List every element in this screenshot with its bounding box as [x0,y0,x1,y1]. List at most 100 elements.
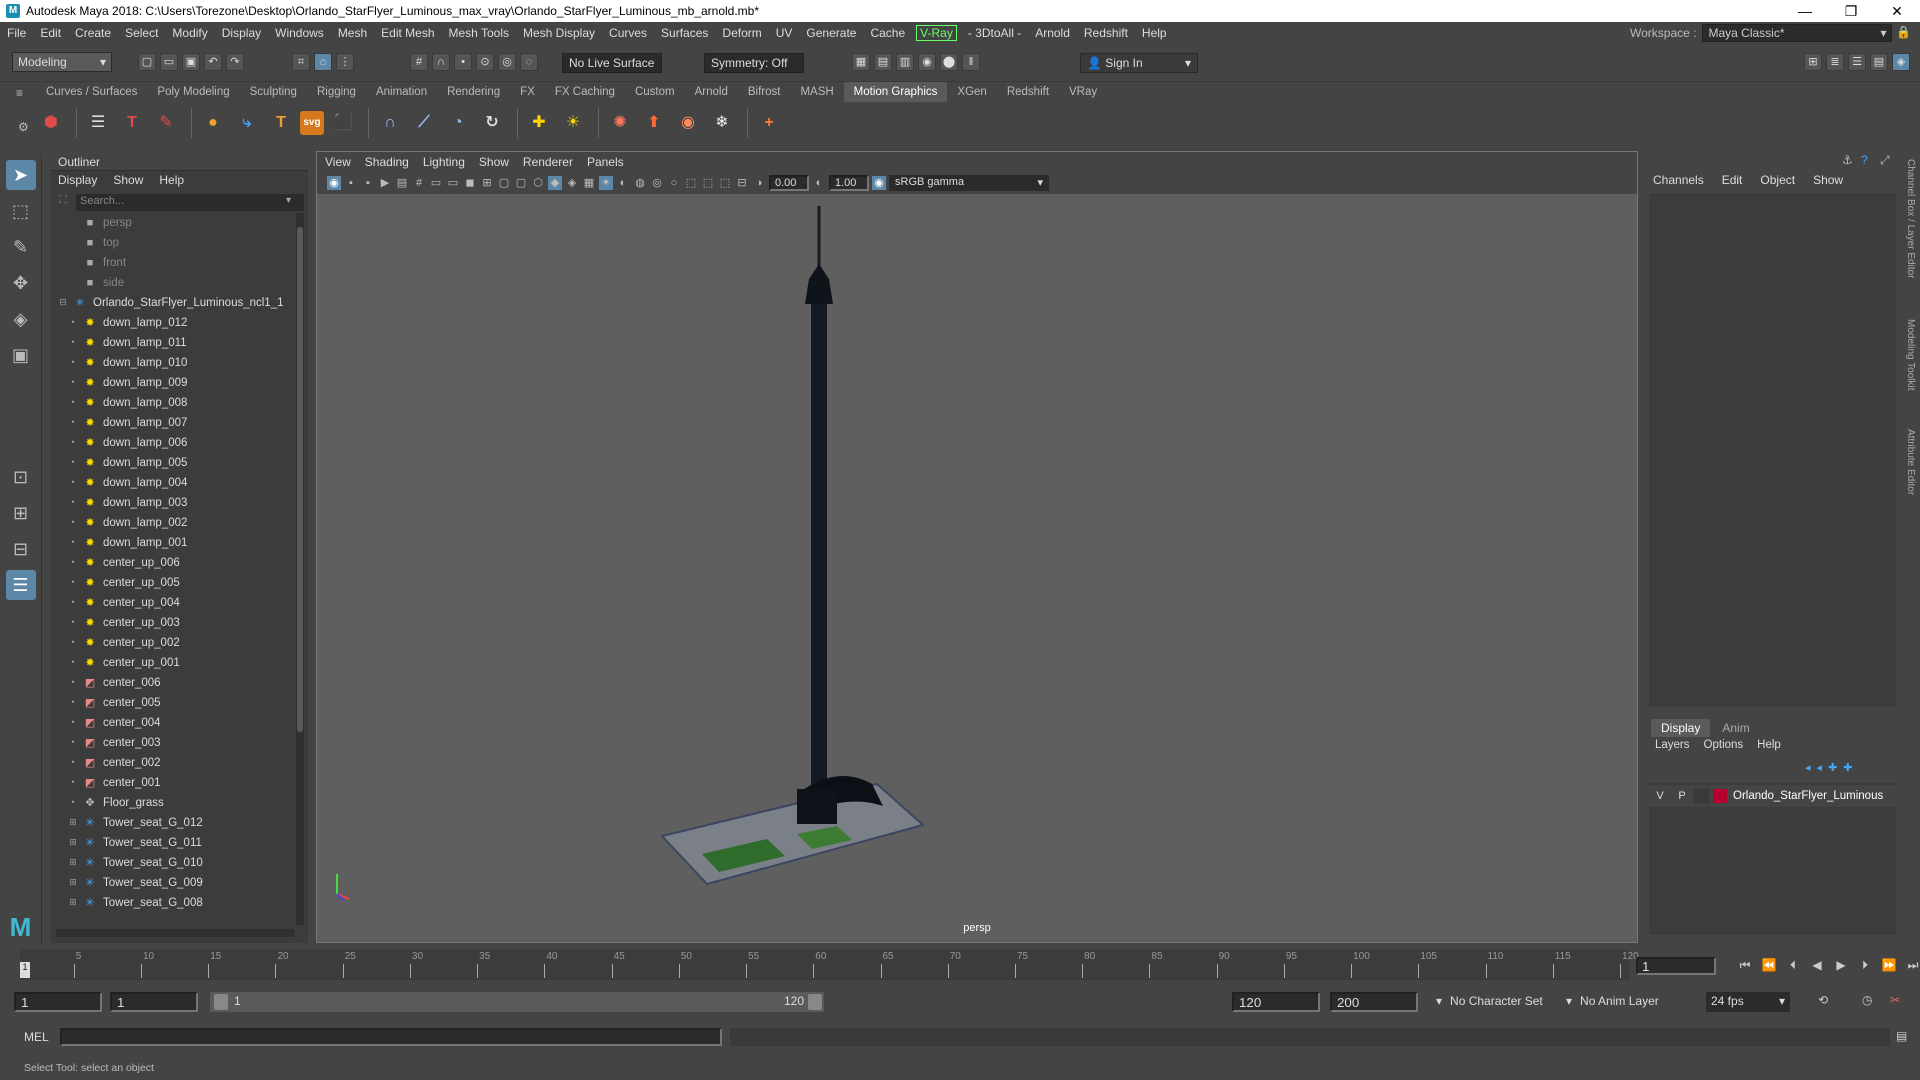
lasso-tool-icon[interactable]: ⬚ [6,196,36,226]
shelf-tab-poly-modeling[interactable]: Poly Modeling [147,82,239,102]
motion-blur-icon[interactable]: ⬚ [684,176,698,190]
ipr-render-icon[interactable]: ▥ [896,53,914,71]
save-scene-icon[interactable]: ▣ [182,53,200,71]
viewport-menu-lighting[interactable]: Lighting [423,155,465,169]
isolate-icon[interactable]: ◎ [650,176,664,190]
animation-start-field[interactable] [14,992,102,1012]
shelf-tab-xgen[interactable]: XGen [947,82,996,102]
hypershade-icon[interactable]: ⬤ [940,53,958,71]
view-transform-dropdown[interactable]: sRGB gamma ▾ [889,175,1049,191]
safe-action-icon[interactable]: ▢ [497,176,511,190]
current-frame-field[interactable] [1636,957,1716,975]
sign-in-button[interactable]: 👤 Sign In ▾ [1080,53,1198,73]
gamma-icon[interactable]: ◐ [812,176,826,190]
open-scene-icon[interactable]: ▭ [160,53,178,71]
script-editor-icon[interactable]: ▤ [1896,1029,1907,1043]
outliner-menu-help[interactable]: Help [159,173,184,189]
shelf-tab-fx[interactable]: FX [510,82,545,102]
shelf-tab-fx-caching[interactable]: FX Caching [545,82,625,102]
layer-menu-options[interactable]: Options [1704,739,1744,751]
new-scene-icon[interactable]: ▢ [138,53,156,71]
layer-visibility-toggle[interactable]: V [1649,790,1671,802]
menu-arnold[interactable]: Arnold [1028,26,1077,40]
exposure-icon[interactable]: ◑ [752,176,766,190]
step-forward-frame-icon[interactable]: ⏵ [1856,956,1874,974]
outliner-item[interactable]: • ◩ center_002 [50,753,294,773]
shelf-tab-arnold[interactable]: Arnold [685,82,738,102]
shelf-tab-sculpting[interactable]: Sculpting [240,82,307,102]
character-set-dropdown[interactable]: ▾ No Character Set [1430,992,1549,1012]
image-plane-icon[interactable]: ▤ [395,176,409,190]
outliner-item[interactable]: • ✥ Floor_grass [50,793,294,813]
viewport-menu-view[interactable]: View [325,155,351,169]
step-forward-key-icon[interactable]: ⏩ [1880,956,1898,974]
gate-mask-icon[interactable]: ◼ [463,176,477,190]
select-camera-icon[interactable]: ◉ [327,176,341,190]
help-icon[interactable]: ? [1861,153,1868,167]
particles-icon[interactable]: ✺ [605,108,635,138]
resolution-gate-icon[interactable]: ▭ [446,176,460,190]
menu-generate[interactable]: Generate [799,26,863,40]
shelf-tab-redshift[interactable]: Redshift [997,82,1059,102]
outliner-scrollbar[interactable] [296,213,304,925]
pause-icon[interactable]: ‖ [962,53,980,71]
snap-live-icon[interactable]: ◌ [520,53,538,71]
menu-modify[interactable]: Modify [165,26,214,40]
chevron-down-icon[interactable]: ▾ [286,195,291,206]
wireframe-icon[interactable]: ⬡ [531,176,545,190]
shelf-tab-bifrost[interactable]: Bifrost [738,82,791,102]
shelf-options-icon[interactable]: ⚙ [18,120,29,134]
channel-menu-channels[interactable]: Channels [1653,173,1704,187]
outliner-item[interactable]: • ◩ center_006 [50,673,294,693]
menu-windows[interactable]: Windows [268,26,331,40]
menu-deform[interactable]: Deform [715,26,768,40]
menu-create[interactable]: Create [68,26,118,40]
snap-surface-icon[interactable]: ◎ [498,53,516,71]
four-view-icon[interactable]: ⊞ [6,498,36,528]
menu-help[interactable]: Help [1135,26,1174,40]
playback-end-field[interactable] [1232,992,1320,1012]
pin-icon[interactable]: ⚓ [1842,153,1853,167]
lights-icon[interactable]: ✦ [599,176,613,190]
shelf-tab-vray[interactable]: VRay [1059,82,1107,102]
command-input[interactable] [60,1028,722,1046]
modeling-toolkit-icon[interactable]: ⊞ [1804,53,1822,71]
hud-icon[interactable]: ⊟ [735,176,749,190]
go-to-start-icon[interactable]: ⏮ [1736,956,1754,974]
outliner-item[interactable]: ⊞ ✳ Tower_seat_G_011 [50,833,294,853]
select-hierarchy-icon[interactable]: ⌗ [292,53,310,71]
scale-tool-icon[interactable]: ▣ [6,340,36,370]
paint-select-icon[interactable]: ✎ [6,232,36,262]
command-language-label[interactable]: MEL [24,1030,49,1044]
depth-of-field-icon[interactable]: ⬚ [718,176,732,190]
outliner-item[interactable]: ⊞ ✳ Tower_seat_G_012 [50,813,294,833]
ao-icon[interactable]: ○ [667,176,681,190]
outliner-item[interactable]: • ✸ center_up_005 [50,573,294,593]
menu-mesh[interactable]: Mesh [331,26,374,40]
outliner-item[interactable]: • ✸ center_up_001 [50,653,294,673]
outliner-item[interactable]: ■ side [50,273,294,293]
outliner-item[interactable]: • ✸ down_lamp_007 [50,413,294,433]
camera-icon[interactable]: ▶ [378,176,392,190]
expand-toggle-icon[interactable]: ⊞ [68,818,78,828]
bookmark-icon[interactable]: ▪ [361,176,375,190]
playback-start-field[interactable] [110,992,198,1012]
single-view-icon[interactable]: ⊡ [6,462,36,492]
float-icon[interactable]: ⤢ [1880,153,1890,168]
viewport-menu-show[interactable]: Show [479,155,509,169]
viewport-menu-shading[interactable]: Shading [365,155,409,169]
play-backwards-icon[interactable]: ◀ [1808,956,1826,974]
outliner-menu-show[interactable]: Show [113,173,143,189]
new-layer-selected-icon[interactable]: ✚ [1843,761,1852,774]
menu-edit[interactable]: Edit [33,26,68,40]
move-layer-up-icon[interactable]: ◂ [1805,761,1811,774]
brush-icon[interactable]: ✎ [151,108,181,138]
move-tool-icon[interactable]: ✥ [6,268,36,298]
redo-icon[interactable]: ↷ [226,53,244,71]
range-start-handle[interactable] [214,994,228,1010]
exposure-field[interactable] [769,175,809,191]
layer-menu-help[interactable]: Help [1757,739,1781,751]
outliner-item[interactable]: • ✸ down_lamp_012 [50,313,294,333]
outliner-search-input[interactable]: Search... [76,194,304,211]
outliner-layout-icon[interactable]: ☰ [5,570,36,600]
